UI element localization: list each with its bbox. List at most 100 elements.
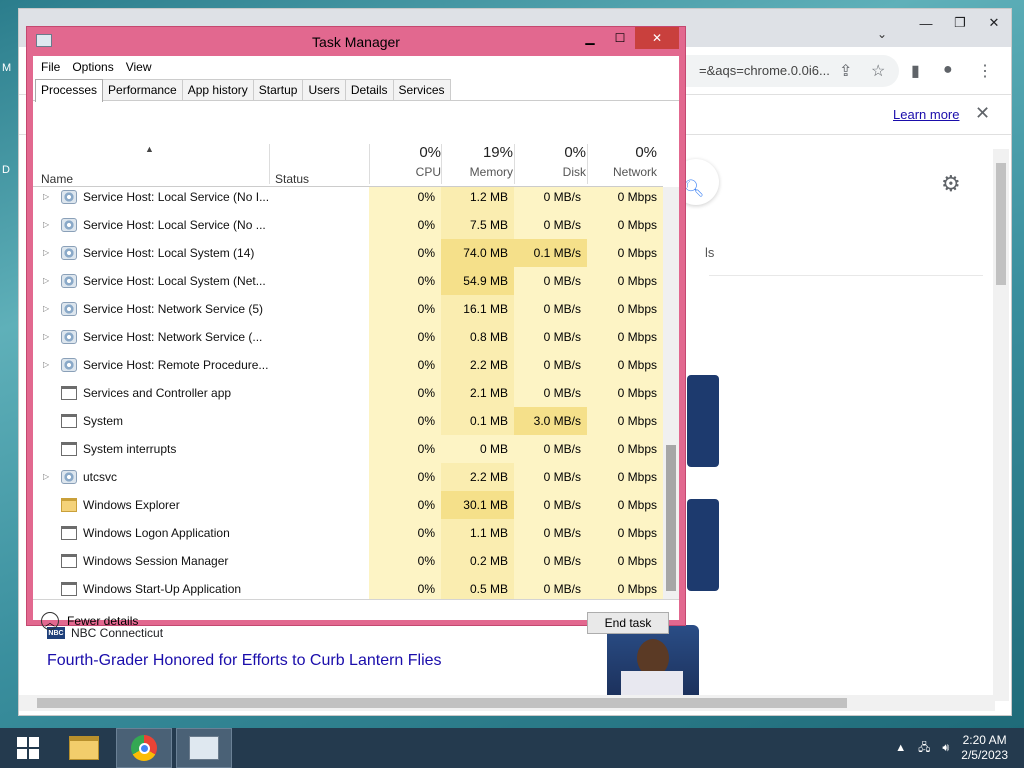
tab-services[interactable]: Services	[392, 79, 451, 101]
gear-icon[interactable]: ⚙	[941, 171, 961, 197]
fewer-details-link[interactable]: ︿ Fewer details	[41, 612, 138, 630]
menu-options[interactable]: Options	[66, 56, 119, 78]
tab-startup[interactable]: Startup	[252, 79, 304, 101]
tab-app-history[interactable]: App history	[181, 79, 254, 101]
process-row[interactable]: ▷ Service Host: Network Service (5) 0% 16.1…	[33, 295, 663, 323]
chevron-up-icon[interactable]: ︿	[41, 612, 59, 630]
column-header-name[interactable]: Name	[41, 172, 73, 186]
page-horizontal-scrollbar[interactable]	[19, 695, 995, 711]
expand-chevron-icon[interactable]: ▷	[43, 267, 49, 295]
task-manager-body: File Options View Processes Performance …	[33, 56, 679, 634]
column-separator[interactable]	[269, 144, 270, 184]
share-icon[interactable]: ⇪	[839, 61, 852, 81]
news-thumbnail[interactable]	[687, 499, 719, 591]
process-cpu: 0%	[417, 470, 435, 484]
scrollbar-thumb[interactable]	[996, 163, 1006, 285]
side-panel-icon[interactable]: ▮	[911, 61, 920, 81]
fewer-details-label[interactable]: Fewer details	[67, 614, 138, 628]
process-network: 0 Mbps	[617, 218, 657, 232]
start-button[interactable]	[0, 728, 56, 768]
column-header-memory[interactable]: 19% Memory	[441, 144, 513, 179]
column-header-network[interactable]: 0% Network	[587, 144, 657, 179]
minimize-button[interactable]: ▁	[575, 27, 605, 49]
volume-icon[interactable]: 🔊︎	[942, 742, 949, 755]
process-network: 0 Mbps	[617, 330, 657, 344]
news-headline-link[interactable]: Fourth-Grader Honored for Efforts to Cur…	[47, 652, 442, 670]
profile-avatar-icon[interactable]: ●	[943, 61, 953, 79]
network-label: Network	[612, 165, 657, 179]
expand-chevron-icon[interactable]: ▷	[43, 463, 49, 491]
column-header-cpu[interactable]: 0% CPU	[369, 144, 441, 179]
process-name: Service Host: Local Service (No I...	[83, 190, 270, 204]
maximize-button[interactable]: ☐	[605, 27, 635, 49]
news-thumbnail[interactable]	[687, 375, 719, 467]
show-hidden-icons-icon[interactable]: ▲	[895, 742, 906, 754]
service-gear-icon	[61, 470, 77, 484]
tab-performance[interactable]: Performance	[102, 79, 183, 101]
expand-chevron-icon[interactable]: ▷	[43, 323, 49, 351]
minimize-icon[interactable]: —	[909, 9, 943, 37]
address-bar[interactable]: =&aqs=chrome.0.0i6...	[659, 55, 899, 87]
tab-processes[interactable]: Processes	[35, 79, 104, 102]
expand-chevron-icon[interactable]: ▷	[43, 351, 49, 379]
expand-chevron-icon[interactable]: ▷	[43, 295, 49, 323]
tab-details[interactable]: Details	[344, 79, 394, 101]
process-network: 0 Mbps	[617, 526, 657, 540]
process-row[interactable]: Windows Start-Up Application 0% 0.5 MB 0 MB…	[33, 575, 663, 599]
process-disk: 0 MB/s	[543, 274, 581, 288]
process-disk: 0 MB/s	[543, 554, 581, 568]
network-icon[interactable]: 🖧︎	[918, 739, 930, 758]
process-row[interactable]: ▷ Service Host: Local Service (No I... 0% 1…	[33, 187, 663, 211]
tab-search-chevron-icon[interactable]: ⌄	[877, 27, 887, 41]
tab-label-fragment[interactable]: ls	[705, 245, 714, 260]
process-memory: 54.9 MB	[441, 267, 514, 295]
process-row[interactable]: Windows Explorer 0% 30.1 MB 0 MB/s 0 Mbps	[33, 491, 663, 519]
process-row[interactable]: ▷ utcsvc 0% 2.2 MB 0 MB/s 0 Mbps	[33, 463, 663, 491]
taskbar-task-manager[interactable]	[176, 728, 232, 768]
clock[interactable]: 2:20 AM 2/5/2023	[961, 733, 1008, 763]
desktop-icon-label-fragment[interactable]: D	[2, 164, 10, 176]
scrollbar-thumb[interactable]	[666, 445, 676, 591]
menu-view[interactable]: View	[120, 56, 158, 78]
process-memory: 30.1 MB	[441, 491, 514, 519]
taskbar-file-explorer[interactable]	[56, 728, 112, 768]
column-header-status[interactable]: Status	[275, 172, 309, 186]
scrollbar-thumb[interactable]	[37, 698, 847, 708]
process-list-scrollbar[interactable]	[663, 187, 679, 599]
close-icon[interactable]: ✕	[977, 9, 1011, 37]
tab-users[interactable]: Users	[302, 79, 346, 101]
process-row[interactable]: Services and Controller app 0% 2.1 MB 0 MB/…	[33, 379, 663, 407]
process-memory: 1.1 MB	[469, 526, 508, 540]
bookmark-star-icon[interactable]: ☆	[871, 61, 885, 81]
process-row[interactable]: System 0% 0.1 MB 3.0 MB/s 0 Mbps	[33, 407, 663, 435]
process-row[interactable]: ▷ Service Host: Local Service (No ... 0% 7.…	[33, 211, 663, 239]
process-row[interactable]: ▷ Service Host: Remote Procedure... 0% 2.2 …	[33, 351, 663, 379]
column-header-disk[interactable]: 0% Disk	[514, 144, 586, 179]
expand-chevron-icon[interactable]: ▷	[43, 211, 49, 239]
folder-icon	[69, 736, 99, 760]
close-button[interactable]: ✕	[635, 27, 679, 49]
process-network: 0 Mbps	[617, 582, 657, 596]
expand-chevron-icon[interactable]: ▷	[43, 187, 49, 211]
maximize-icon[interactable]: ❐	[943, 9, 977, 37]
process-row[interactable]: Windows Logon Application 0% 1.1 MB 0 MB/s 0…	[33, 519, 663, 547]
page-vertical-scrollbar[interactable]	[993, 149, 1009, 701]
process-name: Service Host: Local System (14)	[83, 246, 255, 260]
process-row[interactable]: System interrupts 0% 0 MB 0 MB/s 0 Mbps	[33, 435, 663, 463]
news-image[interactable]	[607, 625, 699, 701]
chrome-menu-icon[interactable]: ⋮	[977, 61, 993, 81]
taskbar-chrome[interactable]	[116, 728, 172, 768]
process-disk: 3.0 MB/s	[514, 407, 587, 435]
close-icon[interactable]: ✕	[975, 103, 990, 124]
process-row[interactable]: ▷ Service Host: Network Service (... 0% 0.8…	[33, 323, 663, 351]
title-bar[interactable]: Task Manager ▁ ☐ ✕	[27, 27, 685, 55]
process-row[interactable]: Windows Session Manager 0% 0.2 MB 0 MB/s 0 M…	[33, 547, 663, 575]
process-memory: 0.5 MB	[469, 582, 508, 596]
end-task-button[interactable]: End task	[587, 612, 669, 634]
expand-chevron-icon[interactable]: ▷	[43, 239, 49, 267]
process-row[interactable]: ▷ Service Host: Local System (Net... 0% 54.…	[33, 267, 663, 295]
learn-more-link[interactable]: Learn more	[893, 107, 959, 122]
menu-file[interactable]: File	[35, 56, 66, 78]
desktop-icon-label-fragment[interactable]: M	[2, 62, 11, 74]
process-row[interactable]: ▷ Service Host: Local System (14) 0% 74.0 M…	[33, 239, 663, 267]
